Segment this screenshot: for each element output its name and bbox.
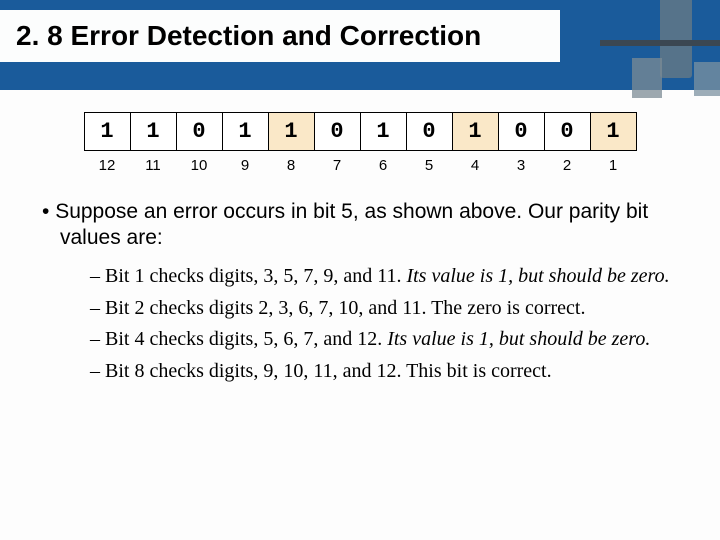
pos-cell: 2 — [544, 151, 590, 177]
pos-cell: 11 — [130, 151, 176, 177]
bit-table: 1 1 0 1 1 0 1 0 1 0 0 1 12 11 10 9 8 7 6… — [84, 112, 637, 177]
bit-cell: 0 — [176, 113, 222, 151]
lead-paragraph: Suppose an error occurs in bit 5, as sho… — [30, 199, 690, 253]
list-item: Bit 2 checks digits 2, 3, 6, 7, 10, and … — [90, 296, 690, 322]
header-decoration — [632, 58, 662, 98]
header-decoration — [600, 40, 720, 46]
sub-bullet-list: Bit 1 checks digits, 3, 5, 7, 9, and 11.… — [30, 264, 690, 384]
pos-cell: 8 — [268, 151, 314, 177]
pos-cell: 5 — [406, 151, 452, 177]
pos-cell: 6 — [360, 151, 406, 177]
bit-cell: 1 — [222, 113, 268, 151]
slide-content: 1 1 0 1 1 0 1 0 1 0 0 1 12 11 10 9 8 7 6… — [0, 100, 720, 391]
bit-cell: 1 — [360, 113, 406, 151]
list-item: Bit 1 checks digits, 3, 5, 7, 9, and 11.… — [90, 264, 690, 290]
pos-cell: 10 — [176, 151, 222, 177]
pos-cell: 7 — [314, 151, 360, 177]
bit-cell: 0 — [544, 113, 590, 151]
bit-cell-highlight: 1 — [268, 113, 314, 151]
item-text: Bit 1 checks digits, 3, 5, 7, 9, and 11. — [105, 265, 406, 287]
pos-cell: 1 — [590, 151, 636, 177]
item-text: Bit 2 checks digits 2, 3, 6, 7, 10, and … — [105, 297, 585, 319]
bit-cell: 0 — [314, 113, 360, 151]
page-title: 2. 8 Error Detection and Correction — [16, 20, 560, 52]
pos-cell: 12 — [84, 151, 130, 177]
item-text: Bit 4 checks digits, 5, 6, 7, and 12. — [105, 328, 387, 350]
bit-cell: 1 — [84, 113, 130, 151]
bit-cell: 0 — [498, 113, 544, 151]
pos-cell: 4 — [452, 151, 498, 177]
bit-cell-highlight: 1 — [590, 113, 636, 151]
bit-cell: 1 — [130, 113, 176, 151]
bit-cell-highlight: 1 — [452, 113, 498, 151]
list-item: Bit 8 checks digits, 9, 10, 11, and 12. … — [90, 359, 690, 385]
pos-cell: 9 — [222, 151, 268, 177]
list-item: Bit 4 checks digits, 5, 6, 7, and 12. It… — [90, 327, 690, 353]
bit-position-row: 12 11 10 9 8 7 6 5 4 3 2 1 — [84, 151, 636, 177]
header-decoration — [694, 62, 720, 96]
item-emphasis: Its value is 1, but should be zero. — [387, 328, 650, 350]
header-decoration — [660, 0, 692, 78]
bit-cell: 0 — [406, 113, 452, 151]
item-emphasis: Its value is 1, but should be zero. — [406, 265, 669, 287]
item-text: Bit 8 checks digits, 9, 10, 11, and 12. … — [105, 360, 552, 382]
bit-value-row: 1 1 0 1 1 0 1 0 1 0 0 1 — [84, 113, 636, 151]
title-panel: 2. 8 Error Detection and Correction — [0, 10, 560, 62]
pos-cell: 3 — [498, 151, 544, 177]
